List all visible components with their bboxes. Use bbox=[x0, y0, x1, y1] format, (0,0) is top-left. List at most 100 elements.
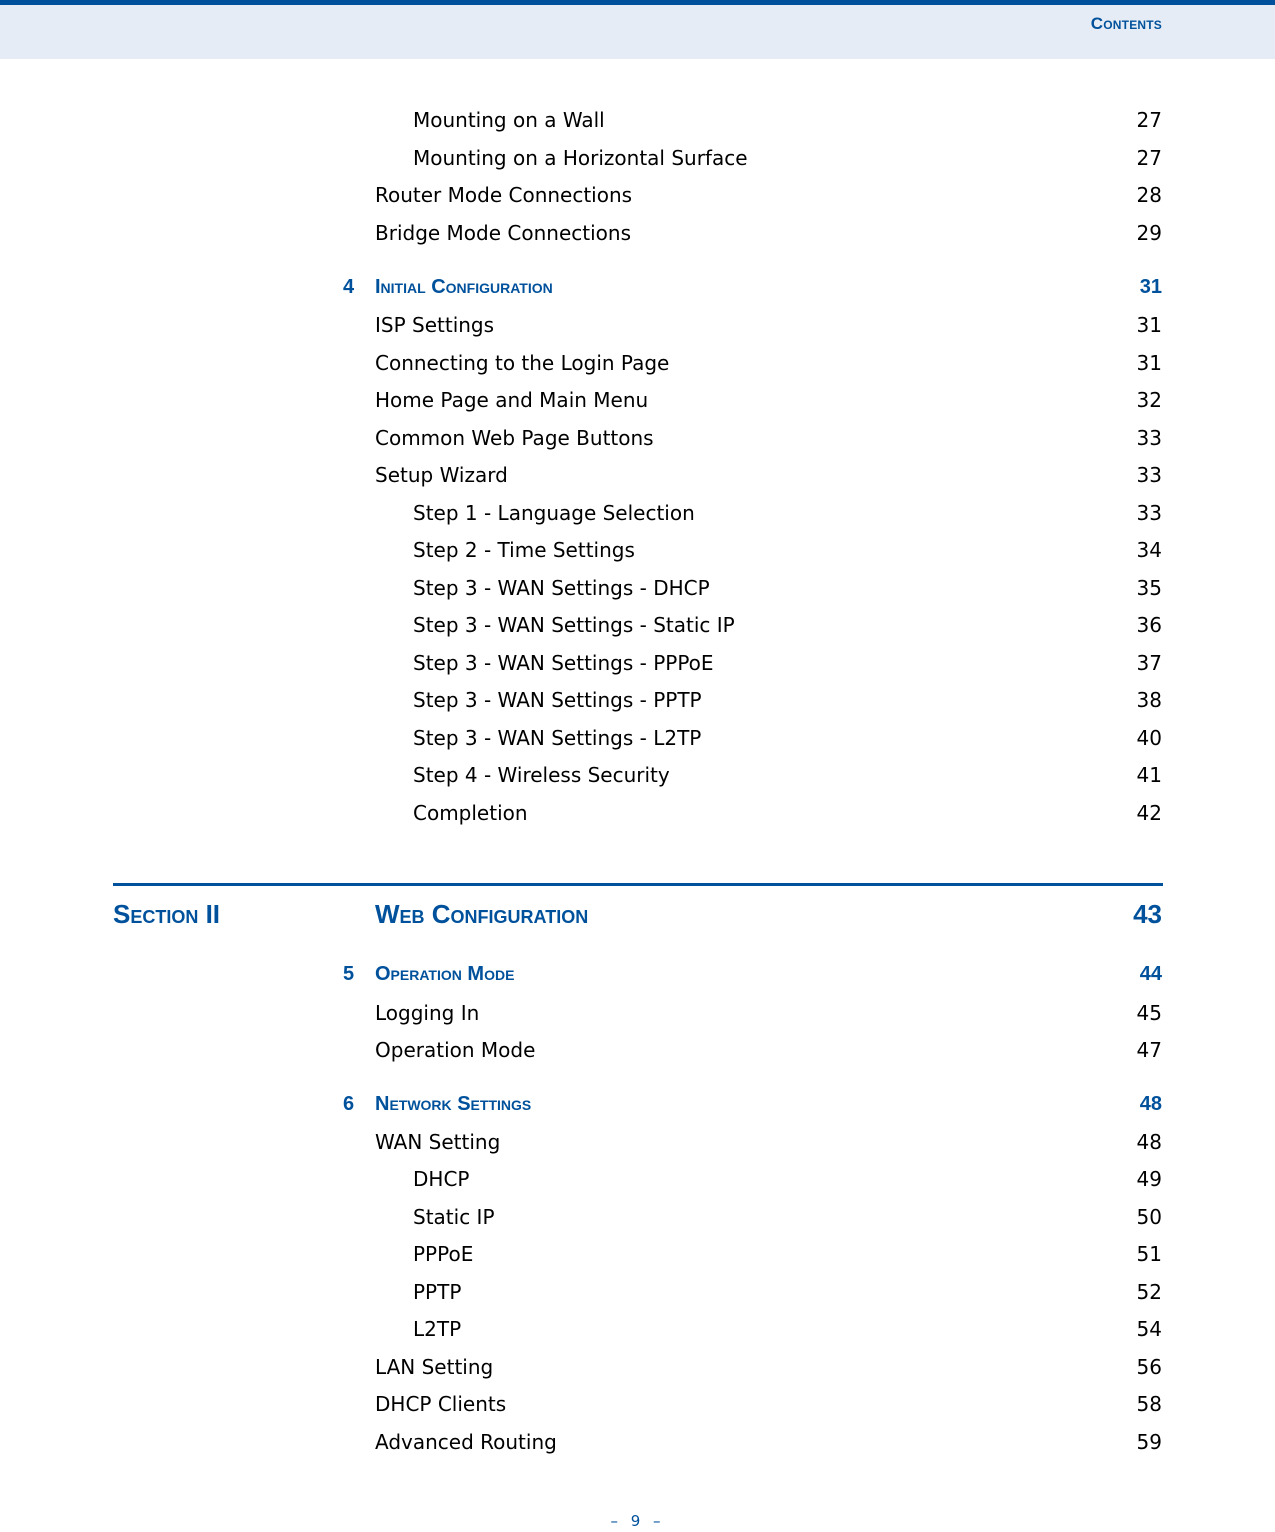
toc-entry-label: Mounting on a Wall bbox=[413, 108, 605, 132]
toc-entry-label: Router Mode Connections bbox=[375, 183, 633, 207]
section-page: 43 bbox=[1133, 899, 1162, 929]
chapter-heading[interactable]: 5 Operation Mode 44 bbox=[0, 962, 1275, 986]
toc-entry-page: 37 bbox=[1136, 651, 1162, 675]
toc-entry-page: 36 bbox=[1136, 613, 1162, 637]
toc-entry-label: Step 2 - Time Settings bbox=[413, 538, 635, 562]
section-divider bbox=[113, 883, 1163, 886]
toc-entry-label: Step 3 - WAN Settings - Static IP bbox=[413, 613, 735, 637]
section-heading[interactable]: Section II Web Configuration 43 bbox=[0, 898, 1275, 930]
page-number: – 9 – bbox=[610, 1512, 665, 1530]
toc-entry-label: Connecting to the Login Page bbox=[375, 351, 670, 375]
toc-entry-label: Setup Wizard bbox=[375, 463, 508, 487]
chapter-page: 31 bbox=[1139, 276, 1162, 298]
toc-entry-page: 59 bbox=[1136, 1430, 1162, 1454]
toc-entry[interactable]: Step 3 - WAN Settings - PPTP 38 bbox=[0, 688, 1275, 712]
chapter-title: Network Settings bbox=[375, 1093, 532, 1115]
toc-entry-label: PPTP bbox=[413, 1280, 462, 1304]
toc-entry-page: 48 bbox=[1136, 1130, 1162, 1154]
toc-entry[interactable]: WAN Setting 48 bbox=[0, 1130, 1275, 1154]
toc-entry-label: LAN Setting bbox=[375, 1355, 494, 1379]
toc-entry[interactable]: Step 2 - Time Settings 34 bbox=[0, 538, 1275, 562]
toc-entry-page: 50 bbox=[1136, 1205, 1162, 1229]
toc-entry-page: 42 bbox=[1136, 801, 1162, 825]
chapter-number: 6 bbox=[343, 1093, 355, 1115]
toc-entry-page: 33 bbox=[1136, 426, 1162, 450]
page-header: Contents bbox=[0, 0, 1275, 59]
toc-entry-label: WAN Setting bbox=[375, 1130, 501, 1154]
toc-entry-page: 54 bbox=[1136, 1317, 1162, 1341]
chapter-heading[interactable]: 4 Initial Configuration 31 bbox=[0, 275, 1275, 299]
toc-entry-label: Bridge Mode Connections bbox=[375, 221, 631, 245]
toc-entry[interactable]: Static IP 50 bbox=[0, 1205, 1275, 1229]
toc-entry[interactable]: PPPoE 51 bbox=[0, 1242, 1275, 1266]
toc-entry-label: Step 3 - WAN Settings - L2TP bbox=[413, 726, 702, 750]
toc-entry[interactable]: Mounting on a Wall 27 bbox=[0, 108, 1275, 132]
toc-entry[interactable]: DHCP Clients 58 bbox=[0, 1392, 1275, 1416]
chapter-title: Initial Configuration bbox=[375, 276, 553, 298]
toc-entry-label: Step 1 - Language Selection bbox=[413, 501, 695, 525]
toc-entry[interactable]: DHCP 49 bbox=[0, 1167, 1275, 1191]
toc-entry-page: 29 bbox=[1136, 221, 1162, 245]
toc-entry[interactable]: Mounting on a Horizontal Surface 27 bbox=[0, 146, 1275, 170]
section-label: Section II bbox=[113, 899, 221, 929]
toc-entry[interactable]: Setup Wizard 33 bbox=[0, 463, 1275, 487]
toc-entry-label: ISP Settings bbox=[375, 313, 495, 337]
toc-entry[interactable]: Step 3 - WAN Settings - DHCP 35 bbox=[0, 576, 1275, 600]
toc-entry-label: Home Page and Main Menu bbox=[375, 388, 649, 412]
toc-entry-label: DHCP bbox=[413, 1167, 470, 1191]
toc-entry-page: 49 bbox=[1136, 1167, 1162, 1191]
toc-entry[interactable]: Step 1 - Language Selection 33 bbox=[0, 501, 1275, 525]
toc-entry[interactable]: LAN Setting 56 bbox=[0, 1355, 1275, 1379]
toc-entry[interactable]: Common Web Page Buttons 33 bbox=[0, 426, 1275, 450]
toc-entry[interactable]: Step 3 - WAN Settings - L2TP 40 bbox=[0, 726, 1275, 750]
toc-entry-label: PPPoE bbox=[413, 1242, 474, 1266]
toc-entry-label: Operation Mode bbox=[375, 1038, 536, 1062]
toc-entry[interactable]: Step 3 - WAN Settings - PPPoE 37 bbox=[0, 651, 1275, 675]
toc-entry-page: 58 bbox=[1136, 1392, 1162, 1416]
chapter-heading[interactable]: 6 Network Settings 48 bbox=[0, 1092, 1275, 1116]
chapter-page: 44 bbox=[1139, 963, 1162, 985]
chapter-page: 48 bbox=[1139, 1093, 1162, 1115]
header-title: Contents bbox=[1090, 14, 1162, 33]
toc-entry-page: 52 bbox=[1136, 1280, 1162, 1304]
toc-entry-page: 33 bbox=[1136, 501, 1162, 525]
toc-entry-label: Static IP bbox=[413, 1205, 495, 1229]
toc-entry[interactable]: Home Page and Main Menu 32 bbox=[0, 388, 1275, 412]
toc-entry-page: 32 bbox=[1136, 388, 1162, 412]
toc-entry[interactable]: Bridge Mode Connections 29 bbox=[0, 221, 1275, 245]
toc-entry[interactable]: Logging In 45 bbox=[0, 1001, 1275, 1025]
toc-entry-page: 38 bbox=[1136, 688, 1162, 712]
toc-entry[interactable]: Step 3 - WAN Settings - Static IP 36 bbox=[0, 613, 1275, 637]
toc-entry[interactable]: Router Mode Connections 28 bbox=[0, 183, 1275, 207]
toc-entry-label: Common Web Page Buttons bbox=[375, 426, 654, 450]
toc-entry-page: 33 bbox=[1136, 463, 1162, 487]
toc-entry[interactable]: Step 4 - Wireless Security 41 bbox=[0, 763, 1275, 787]
toc-entry-label: DHCP Clients bbox=[375, 1392, 507, 1416]
toc-entry-page: 56 bbox=[1136, 1355, 1162, 1379]
toc-entry[interactable]: Operation Mode 47 bbox=[0, 1038, 1275, 1062]
toc-entry[interactable]: Advanced Routing 59 bbox=[0, 1430, 1275, 1454]
toc-entry-page: 34 bbox=[1136, 538, 1162, 562]
toc-entry-page: 35 bbox=[1136, 576, 1162, 600]
toc-entry-label: Advanced Routing bbox=[375, 1430, 557, 1454]
toc-entry-label: Step 4 - Wireless Security bbox=[413, 763, 670, 787]
toc-entry-page: 31 bbox=[1136, 313, 1162, 337]
toc-entry-label: Mounting on a Horizontal Surface bbox=[413, 146, 748, 170]
chapter-number: 5 bbox=[343, 963, 355, 985]
toc-entry[interactable]: Completion 42 bbox=[0, 801, 1275, 825]
chapter-title: Operation Mode bbox=[375, 963, 515, 985]
chapter-number: 4 bbox=[343, 276, 355, 298]
toc-entry-label: Step 3 - WAN Settings - PPTP bbox=[413, 688, 702, 712]
toc-entry-page: 51 bbox=[1136, 1242, 1162, 1266]
toc-entry[interactable]: PPTP 52 bbox=[0, 1280, 1275, 1304]
toc-entry-page: 28 bbox=[1136, 183, 1162, 207]
toc-entry-label: Logging In bbox=[375, 1001, 480, 1025]
toc-entry[interactable]: Connecting to the Login Page 31 bbox=[0, 351, 1275, 375]
toc-entry-label: Step 3 - WAN Settings - DHCP bbox=[413, 576, 710, 600]
toc-entry[interactable]: L2TP 54 bbox=[0, 1317, 1275, 1341]
section-title: Web Configuration bbox=[375, 899, 589, 929]
toc-entry-page: 27 bbox=[1136, 146, 1162, 170]
toc-entry-label: L2TP bbox=[413, 1317, 462, 1341]
toc-entry-page: 27 bbox=[1136, 108, 1162, 132]
toc-entry[interactable]: ISP Settings 31 bbox=[0, 313, 1275, 337]
